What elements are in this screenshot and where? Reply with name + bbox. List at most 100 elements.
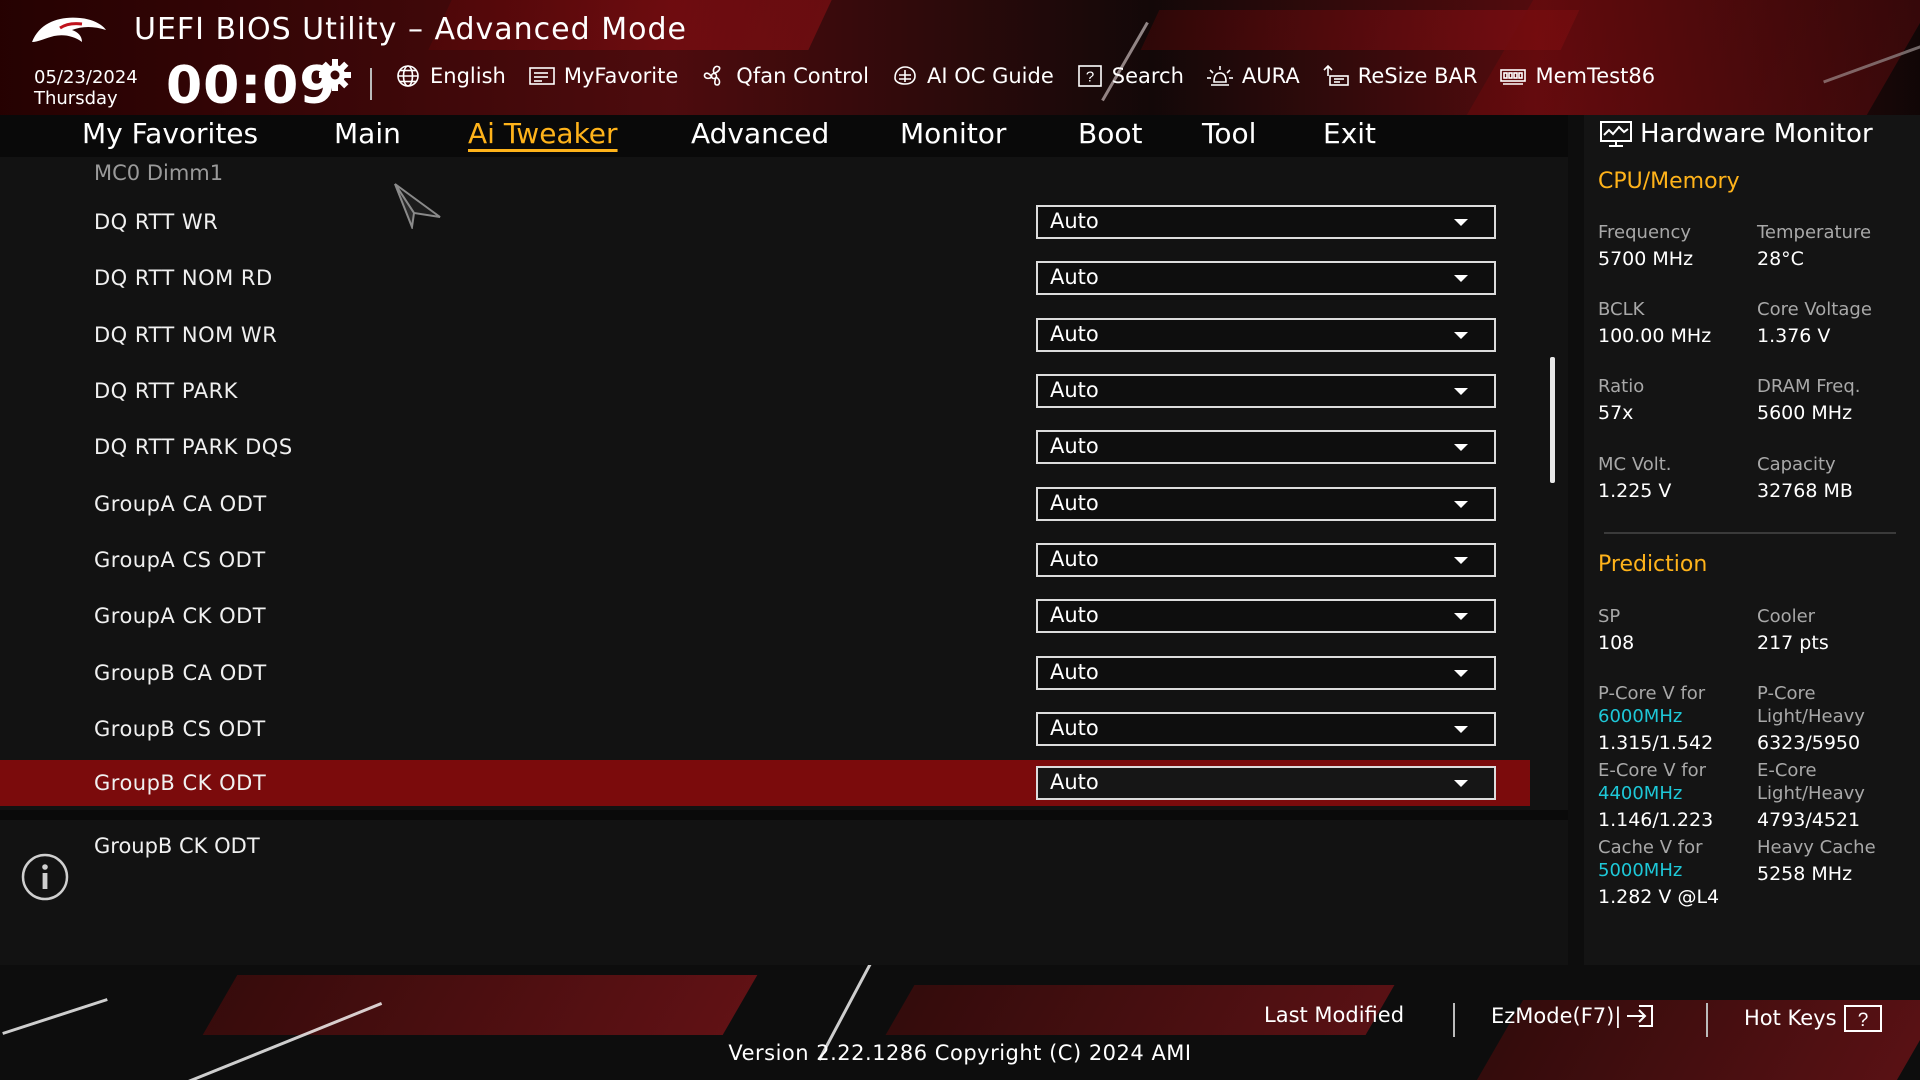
setting-row-groupb-ca-odt[interactable]: GroupB CA ODT Auto	[0, 655, 1530, 701]
setting-dropdown[interactable]: Auto	[1036, 261, 1496, 295]
setting-dropdown[interactable]: Auto	[1036, 543, 1496, 577]
dropdown-value: Auto	[1050, 491, 1099, 515]
setting-row-dq-rtt-park[interactable]: DQ RTT PARK Auto	[0, 373, 1530, 419]
dropdown-value: Auto	[1050, 265, 1099, 289]
stat-label: Heavy Cache	[1757, 837, 1876, 858]
frequency-stat: Frequency 5700 MHz	[1598, 221, 1693, 271]
stat-frequency: 5000MHz	[1598, 860, 1683, 881]
qfan-control-button[interactable]: Qfan Control	[700, 64, 869, 88]
setting-label: GroupB CA ODT	[94, 661, 267, 685]
stat-label: Cooler	[1757, 606, 1816, 627]
last-modified-button[interactable]: Last Modified	[1264, 1003, 1404, 1027]
capacity-stat: Capacity 32768 MB	[1757, 453, 1853, 503]
section-label: MC0 Dimm1	[94, 161, 224, 185]
search-button[interactable]: ? Search	[1076, 64, 1184, 88]
stat-label: Light/Heavy	[1757, 706, 1865, 727]
stat-value: 1.146/1.223	[1598, 809, 1714, 831]
mouse-cursor-icon	[394, 183, 441, 229]
stat-value: 6323/5950	[1757, 732, 1861, 754]
search-icon: ?	[1077, 65, 1102, 87]
setting-row-groupa-cs-odt[interactable]: GroupA CS ODT Auto	[0, 542, 1530, 588]
stat-value: 1.225 V	[1598, 480, 1672, 502]
stat-value: 4793/4521	[1757, 809, 1861, 831]
stat-label: Temperature	[1757, 222, 1872, 243]
resize-bar-icon	[1323, 64, 1349, 86]
setting-row-groupa-ck-odt[interactable]: GroupA CK ODT Auto	[0, 598, 1530, 644]
caret-down-icon	[1454, 275, 1468, 282]
header-bar: UEFI BIOS Utility – Advanced Mode 05/23/…	[0, 0, 1920, 116]
monitor-icon	[1600, 121, 1632, 147]
tab-tool[interactable]: Tool	[1202, 117, 1256, 150]
resize-bar-button[interactable]: ReSize BAR	[1322, 64, 1477, 88]
stat-label: BCLK	[1598, 299, 1645, 320]
stat-label: MC Volt.	[1598, 454, 1672, 475]
settings-panel: MC0 Dimm1 DQ RTT WR Auto DQ RTT NOM RD A…	[0, 157, 1568, 810]
caret-down-icon	[1454, 219, 1468, 226]
myfavorite-label: MyFavorite	[563, 64, 679, 88]
tab-advanced[interactable]: Advanced	[691, 117, 829, 150]
setting-row-dq-rtt-nom-wr[interactable]: DQ RTT NOM WR Auto	[0, 317, 1530, 363]
stat-label: P-Core V for	[1598, 683, 1706, 704]
setting-row-groupa-ca-odt[interactable]: GroupA CA ODT Auto	[0, 486, 1530, 532]
dram-freq-stat: DRAM Freq. 5600 MHz	[1757, 375, 1860, 425]
search-label: Search	[1111, 64, 1184, 88]
hot-keys-button[interactable]: Hot Keys ?	[1744, 1003, 1883, 1033]
tab-main[interactable]: Main	[334, 117, 401, 150]
gear-icon[interactable]	[318, 58, 352, 92]
info-icon	[21, 853, 69, 901]
stat-frequency: 6000MHz	[1598, 706, 1683, 727]
memtest86-button[interactable]: MemTest86	[1499, 64, 1655, 88]
stat-label: Capacity	[1757, 454, 1836, 475]
setting-dropdown[interactable]: Auto	[1036, 656, 1496, 690]
app-title: UEFI BIOS Utility – Advanced Mode	[134, 12, 687, 47]
ai-oc-guide-button[interactable]: AI OC Guide	[891, 64, 1054, 88]
favorite-icon	[529, 67, 555, 85]
setting-dropdown[interactable]: Auto	[1036, 712, 1496, 746]
setting-dropdown[interactable]: Auto	[1036, 766, 1496, 800]
dropdown-value: Auto	[1050, 716, 1099, 740]
stat-label: E-Core V for	[1598, 760, 1707, 781]
setting-dropdown[interactable]: Auto	[1036, 318, 1496, 352]
stat-value: 1.376 V	[1757, 325, 1831, 347]
stat-label: Light/Heavy	[1757, 783, 1865, 804]
setting-dropdown[interactable]: Auto	[1036, 374, 1496, 408]
sp-stat: SP 108	[1598, 605, 1634, 655]
help-text: GroupB CK ODT	[94, 834, 260, 858]
setting-row-dq-rtt-park-dqs[interactable]: DQ RTT PARK DQS Auto	[0, 429, 1530, 475]
tab-ai-tweaker[interactable]: Ai Tweaker	[468, 117, 618, 150]
stat-value: 57x	[1598, 402, 1634, 424]
stat-value: 28°C	[1757, 248, 1804, 270]
setting-label: DQ RTT NOM RD	[94, 266, 273, 290]
ai-oc-guide-label: AI OC Guide	[926, 64, 1054, 88]
myfavorite-button[interactable]: MyFavorite	[528, 64, 678, 88]
pcore-light-heavy-stat: P-Core Light/Heavy 6323/5950	[1757, 682, 1865, 755]
tab-boot[interactable]: Boot	[1078, 117, 1142, 150]
caret-down-icon	[1454, 726, 1468, 733]
tab-exit[interactable]: Exit	[1323, 117, 1376, 150]
cpu-memory-heading: CPU/Memory	[1598, 169, 1740, 194]
dropdown-value: Auto	[1050, 209, 1099, 233]
stat-value: 108	[1598, 632, 1635, 654]
stat-label: Frequency	[1598, 222, 1691, 243]
tab-monitor[interactable]: Monitor	[900, 117, 1006, 150]
setting-dropdown[interactable]: Auto	[1036, 487, 1496, 521]
date-display: 05/23/2024	[34, 67, 138, 88]
setting-row-dq-rtt-nom-rd[interactable]: DQ RTT NOM RD Auto	[0, 260, 1530, 306]
svg-text:?: ?	[1086, 69, 1094, 86]
setting-dropdown[interactable]: Auto	[1036, 430, 1496, 464]
tab-my-favorites[interactable]: My Favorites	[82, 117, 258, 150]
setting-row-groupb-ck-odt[interactable]: GroupB CK ODT Auto	[0, 760, 1530, 806]
setting-dropdown[interactable]: Auto	[1036, 205, 1496, 239]
setting-dropdown[interactable]: Auto	[1036, 599, 1496, 633]
stat-label: SP	[1598, 606, 1621, 627]
scrollbar-thumb[interactable]	[1550, 357, 1555, 483]
setting-row-dq-rtt-wr[interactable]: DQ RTT WR Auto	[0, 204, 1530, 250]
hardware-monitor-panel: Hardware Monitor CPU/Memory Frequency 57…	[1584, 115, 1920, 965]
ezmode-button[interactable]: EzMode(F7)|	[1491, 1003, 1655, 1029]
stat-value: 5258 MHz	[1757, 863, 1853, 885]
english-button[interactable]: English	[394, 64, 506, 88]
footer-bar: Last Modified EzMode(F7)| Hot Keys ? Ver…	[0, 965, 1920, 1080]
clock-display: 00:09	[166, 56, 337, 116]
setting-row-groupb-cs-odt[interactable]: GroupB CS ODT Auto	[0, 711, 1530, 757]
aura-button[interactable]: AURA	[1206, 64, 1300, 88]
